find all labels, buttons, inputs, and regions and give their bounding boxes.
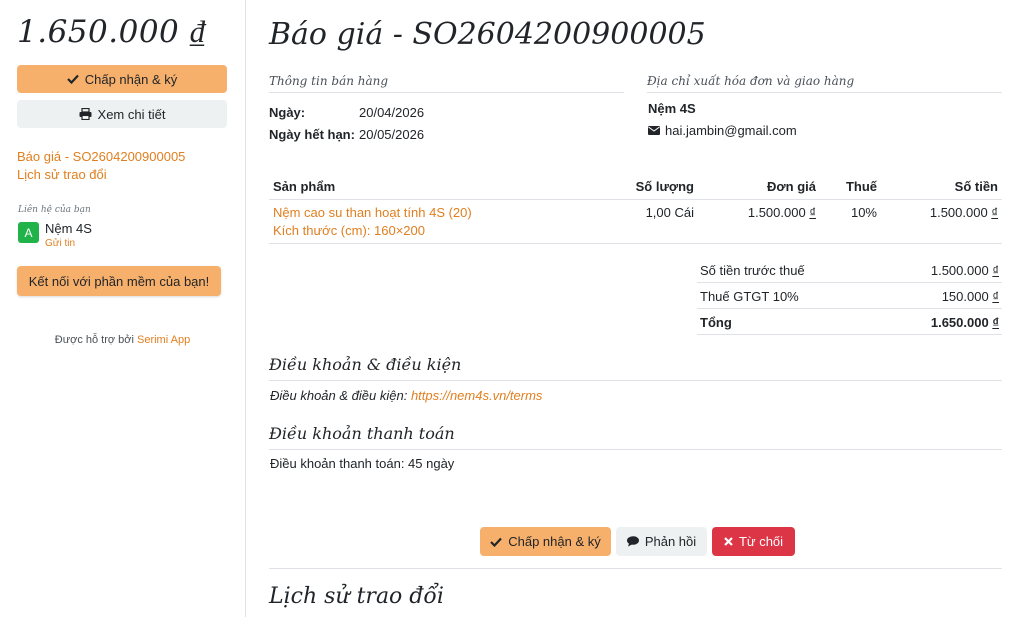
page-title: Báo giá - SO2604200900005	[269, 17, 706, 52]
customer-name: Nệm 4S	[648, 101, 696, 116]
product-line-2: Kích thước (cm): 160×200	[273, 223, 425, 238]
terms-label: Điều khoản & điều kiện:	[270, 388, 411, 403]
contact-caption: Liên hệ của bạn	[18, 205, 91, 215]
reply-label: Phản hồi	[644, 534, 697, 549]
table-row: Nệm cao su than hoạt tính 4S (20) Kích t…	[269, 200, 1002, 244]
reject-button[interactable]: Từ chối	[712, 527, 795, 556]
connect-software-button[interactable]: Kết nối với phần mềm của bạn!	[17, 266, 221, 296]
comment-icon	[626, 536, 639, 547]
expiry-label: Ngày hết hạn:	[269, 127, 355, 142]
unit-price-value: 1.500.000	[747, 205, 806, 220]
products-table-header: Sản phẩm Số lượng Đơn giá Thuế Số tiền	[269, 172, 1002, 200]
total-label: Tổng	[700, 315, 732, 330]
reject-label: Từ chối	[738, 534, 784, 549]
divider	[269, 568, 1002, 569]
accept-sign-label: Chấp nhận & ký	[84, 71, 178, 87]
vat-row: Thuế GTGT 10% 150.000 ₫	[697, 283, 1002, 309]
currency-symbol: ₫	[991, 205, 998, 220]
terms-text: Điều khoản & điều kiện: https://nem4s.vn…	[270, 388, 542, 403]
sidebar: 1.650.000 ₫ Chấp nhận & ký Xem chi tiết …	[0, 0, 246, 617]
history-heading: Lịch sử trao đổi	[269, 584, 444, 609]
vat-label: Thuế GTGT 10%	[700, 289, 799, 304]
date-label: Ngày:	[269, 105, 306, 120]
subtotal-value: 1.500.000 ₫	[931, 263, 999, 278]
amount-value: 1.500.000	[929, 205, 988, 220]
accept-sign-label: Chấp nhận & ký	[508, 534, 601, 549]
envelope-icon	[648, 126, 660, 135]
accept-sign-button[interactable]: Chấp nhận & ký	[480, 527, 611, 556]
reply-button[interactable]: Phản hồi	[616, 527, 707, 556]
col-quantity: Số lượng	[635, 179, 694, 194]
accept-sign-button-sidebar[interactable]: Chấp nhận & ký	[17, 65, 227, 93]
powered-by: Được hỗ trợ bởi Serimi App	[0, 334, 245, 346]
subtotal-number: 1.500.000	[930, 263, 989, 278]
product-unit-price: 1.500.000 ₫	[709, 205, 816, 220]
product-quantity: 1,00 Cái	[645, 205, 694, 220]
quote-link[interactable]: Báo giá - SO2604200900005	[17, 149, 185, 164]
product-amount: 1.500.000 ₫	[889, 205, 998, 220]
check-icon	[490, 537, 503, 547]
history-link[interactable]: Lịch sử trao đổi	[17, 167, 107, 182]
currency-symbol: ₫	[809, 205, 816, 220]
check-icon	[66, 74, 79, 84]
view-details-label: Xem chi tiết	[97, 106, 166, 122]
powered-app-link[interactable]: Serimi App	[137, 334, 190, 346]
col-amount: Số tiền	[954, 179, 998, 194]
customer-email: hai.jambin@gmail.com	[648, 123, 797, 138]
currency-symbol: ₫	[992, 289, 999, 304]
subtotal-row: Số tiền trước thuế 1.500.000 ₫	[697, 257, 1002, 283]
contact-name: Nệm 4S	[45, 221, 92, 236]
product-tax: 10%	[850, 205, 877, 220]
currency-symbol: ₫	[992, 315, 999, 330]
vat-number: 150.000	[941, 289, 989, 304]
terms-heading: Điều khoản & điều kiện	[269, 355, 1002, 381]
sales-info-heading: Thông tin bán hàng	[269, 74, 624, 93]
action-bar: Chấp nhận & ký Phản hồi Từ chối	[480, 527, 795, 556]
total-value: 1.650.000 ₫	[931, 315, 999, 330]
powered-prefix: Được hỗ trợ bởi	[54, 334, 137, 346]
total-row: Tổng 1.650.000 ₫	[697, 309, 1002, 335]
payment-terms-text: Điều khoản thanh toán: 45 ngày	[270, 456, 455, 471]
total-amount: 1.650.000 ₫	[17, 14, 207, 50]
col-product: Sản phẩm	[273, 179, 336, 194]
printer-icon	[79, 108, 92, 120]
product-name[interactable]: Nệm cao su than hoạt tính 4S (20) Kích t…	[273, 204, 472, 240]
subtotal-label: Số tiền trước thuế	[700, 263, 805, 278]
terms-link[interactable]: https://nem4s.vn/terms	[411, 388, 543, 403]
payment-terms-heading: Điều khoản thanh toán	[269, 424, 1002, 450]
col-tax: Thuế	[845, 179, 877, 194]
avatar: A	[18, 222, 39, 243]
close-icon	[724, 537, 733, 546]
product-line-1: Nệm cao su than hoạt tính 4S (20)	[273, 205, 472, 220]
total-number: 1.650.000	[930, 315, 989, 330]
customer-email-text: hai.jambin@gmail.com	[665, 123, 797, 138]
col-unit-price: Đơn giá	[767, 179, 816, 194]
date-value: 20/04/2026	[359, 105, 425, 120]
expiry-value: 20/05/2026	[359, 127, 425, 142]
address-heading: Địa chỉ xuất hóa đơn và giao hàng	[647, 74, 1002, 93]
send-message-link[interactable]: Gửi tin	[45, 238, 75, 249]
currency-symbol: ₫	[992, 263, 999, 278]
view-details-button[interactable]: Xem chi tiết	[17, 100, 227, 128]
vat-value: 150.000 ₫	[942, 289, 999, 304]
